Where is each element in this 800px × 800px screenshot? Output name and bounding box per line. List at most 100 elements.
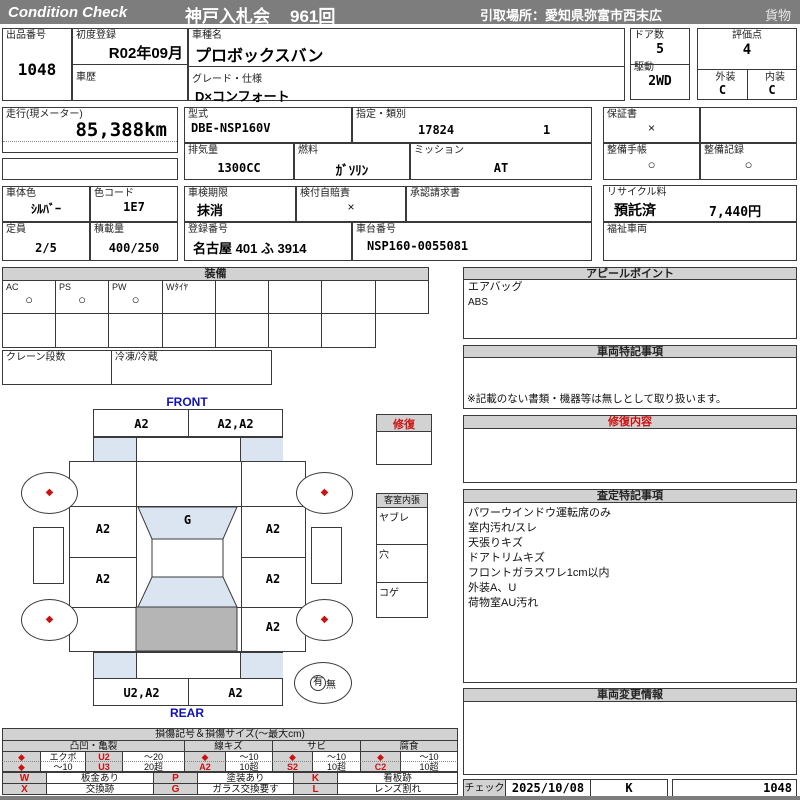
lot-number-value: 1048 — [17, 60, 57, 79]
equipment-cell-wtire: Wﾀｲﾔ — [162, 280, 216, 314]
registration-number-label: 登録番号 — [188, 224, 228, 235]
body-color-label: 車体色 — [6, 188, 36, 199]
check-inspector: K — [590, 779, 668, 797]
legend-desc: レンズ割れ — [337, 783, 458, 795]
cargo-tag: 貨物 — [765, 8, 792, 23]
interior-grade: C — [768, 83, 776, 97]
wheel-damage-mark: ◆ — [320, 614, 329, 625]
recycle-fee-value: 7,440円 — [709, 205, 762, 220]
model-code-label: 型式 — [188, 109, 208, 120]
history-label: 車歴 — [76, 72, 96, 83]
equipment-mark: ○ — [131, 292, 140, 307]
wheel-rear-right: ◆ — [296, 599, 353, 641]
vehicle-notes-disclaimer: ※記載のない書類・機器等は無しとして取り扱います。 — [467, 393, 727, 405]
empty-box — [700, 107, 797, 143]
rear-hatch-shape — [135, 606, 238, 652]
equipment-cell-empty — [375, 280, 429, 314]
warranty-mark: × — [647, 121, 655, 135]
model-name-label: 車種名 — [192, 30, 222, 41]
assessment-line: 荷物室AU汚れ — [468, 597, 539, 609]
legend-symbol: ◆ — [2, 761, 41, 772]
equipment-cell-empty — [268, 313, 322, 348]
equipment-cell-empty — [321, 313, 376, 348]
model-code-value: DBE-NSP160V — [191, 121, 271, 135]
capacity-label: 定員 — [6, 224, 26, 235]
legend-code: C2 — [360, 761, 401, 772]
assessment-line: 天張りキズ — [468, 537, 523, 549]
glass-shapes — [135, 506, 238, 652]
rear-label: REAR — [169, 706, 204, 720]
chassis-number-label: 車台番号 — [356, 224, 396, 235]
rear-light-left — [94, 653, 137, 678]
body-color-box: 車体色 ｼﾙﾊﾞｰ — [2, 186, 90, 222]
check-date: 2025/10/08 — [505, 779, 591, 797]
recycle-fee-box: リサイクル料 預託済 7,440円 — [603, 185, 797, 222]
wheel-rear-left: ◆ — [21, 599, 78, 641]
divider — [189, 66, 624, 67]
maintenance-record-mark: ○ — [744, 157, 753, 172]
wheel-damage-mark: ◆ — [45, 487, 54, 498]
first-registration-label: 初度登録 — [76, 30, 116, 41]
auction-round: 961回 — [290, 7, 336, 26]
spare-tire-indicator: 有 無 — [294, 662, 352, 704]
maintenance-record-box: 整備記録 ○ — [700, 143, 797, 180]
assessment-header: 査定特記事項 — [463, 489, 797, 503]
cabin-lining-title: 客室内張 — [377, 494, 427, 508]
assessment-body: パワーウインドウ運転席のみ 室内汚れ/スレ 天張りキズ ドアトリムキズ フロント… — [463, 502, 797, 683]
type-class-box: 指定・類別 17824 1 — [352, 107, 592, 143]
equipment-cell-ac: AC ○ — [2, 280, 56, 314]
legend-code: A2 — [184, 761, 226, 772]
type-class-label: 指定・類別 — [356, 109, 406, 120]
insurance-label: 検付自賠責 — [300, 188, 350, 199]
doors-label: ドア数 — [634, 30, 664, 41]
wheel-damage-mark: ◆ — [45, 614, 54, 625]
repair-detail-body — [463, 428, 797, 483]
legend-size: 10超 — [225, 761, 273, 772]
equipment-mark: ○ — [78, 292, 86, 307]
class-number: 1 — [543, 123, 551, 137]
recycle-fee-label: リサイクル料 — [607, 187, 667, 198]
grade-value: D×コンフォート — [195, 89, 290, 104]
legend-size: 10超 — [400, 761, 458, 772]
fuel-label: 燃料 — [298, 145, 318, 156]
title-bar: Condition Check 神戸入札会 961回 引取場所：愛知県弥富市西末… — [0, 0, 800, 26]
front-bumper-left-damage: A2 — [134, 417, 149, 431]
divider — [631, 64, 689, 65]
registration-number-box: 登録番号 名古屋 401 ふ 3914 — [184, 222, 352, 261]
score-box: 評価点 4 外装 C 内装 C — [697, 28, 797, 100]
equipment-cell-empty — [215, 313, 269, 348]
bottom-bar — [0, 796, 800, 800]
check-label: チェック — [463, 779, 506, 797]
inspection-label: 車検期限 — [188, 188, 228, 199]
drive-value: 2WD — [648, 74, 672, 89]
crane-box: クレーン段数 — [2, 350, 112, 385]
change-info-header: 車両変更情報 — [463, 688, 797, 702]
transmission-label: ミッション — [414, 145, 464, 156]
legend-code: L — [293, 783, 338, 795]
lot-number-box: 出品番号 1048 — [2, 28, 72, 101]
assessment-line: 室内汚れ/スレ — [468, 522, 538, 534]
sill-left — [33, 527, 64, 584]
equipment-mark: ○ — [25, 292, 33, 307]
doors-drive-box: ドア数 5 駆動 2WD — [630, 28, 690, 100]
model-code-box: 型式 DBE-NSP160V — [184, 107, 352, 143]
front-light-left — [94, 438, 137, 461]
equipment-cell-empty — [108, 313, 163, 348]
cabin-row-hole: 穴 — [377, 544, 427, 582]
maintenance-record-label: 整備記録 — [704, 145, 744, 156]
recycle-status: 預託済 — [614, 202, 656, 218]
score-value: 4 — [742, 42, 752, 58]
transmission-box: ミッション AT — [410, 143, 592, 180]
insurance-box: 検付自賠責 × — [296, 186, 406, 222]
drive-label: 駆動 — [634, 62, 654, 73]
doors-value: 5 — [656, 42, 664, 57]
inspection-box: 車検期限 抹消 — [184, 186, 296, 222]
front-bumper: A2 A2,A2 — [93, 409, 283, 437]
appeal-line: ABS — [468, 297, 489, 308]
maintenance-book-box: 整備手帳 ○ — [603, 143, 700, 180]
roof-shape — [151, 538, 224, 578]
assessment-line: パワーウインドウ運転席のみ — [468, 507, 611, 519]
assessment-line: 外装A、U — [468, 582, 517, 594]
model-name-value: プロボックスバン — [195, 48, 324, 65]
body-color-value: ｼﾙﾊﾞｰ — [30, 202, 61, 216]
